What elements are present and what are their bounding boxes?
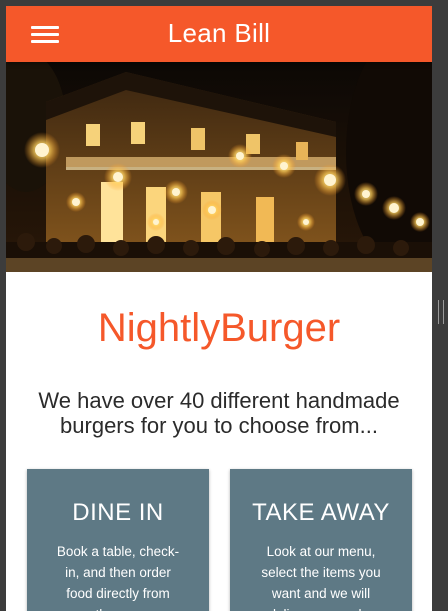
resize-handle[interactable] <box>438 300 444 324</box>
app-title: Lean Bill <box>167 18 271 48</box>
app-screen: Lean Bill NightlyBurger We have over 40 … <box>6 6 432 611</box>
take-away-description: Look at our menu, select the items you w… <box>261 544 381 611</box>
dine-in-title: DINE IN <box>72 499 164 526</box>
take-away-card[interactable]: TAKE AWAY Look at our menu, select the i… <box>230 469 412 611</box>
restaurant-tagline: We have over 40 different handmade burge… <box>38 388 400 438</box>
dine-in-card[interactable]: DINE IN Book a table, check-in, and then… <box>27 469 209 611</box>
hero-image <box>6 62 432 272</box>
take-away-title: TAKE AWAY <box>252 499 390 526</box>
restaurant-name: NightlyBurger <box>97 306 341 350</box>
app-bar: Lean Bill <box>6 6 432 62</box>
dine-in-description: Book a table, check-in, and then order f… <box>56 544 180 611</box>
